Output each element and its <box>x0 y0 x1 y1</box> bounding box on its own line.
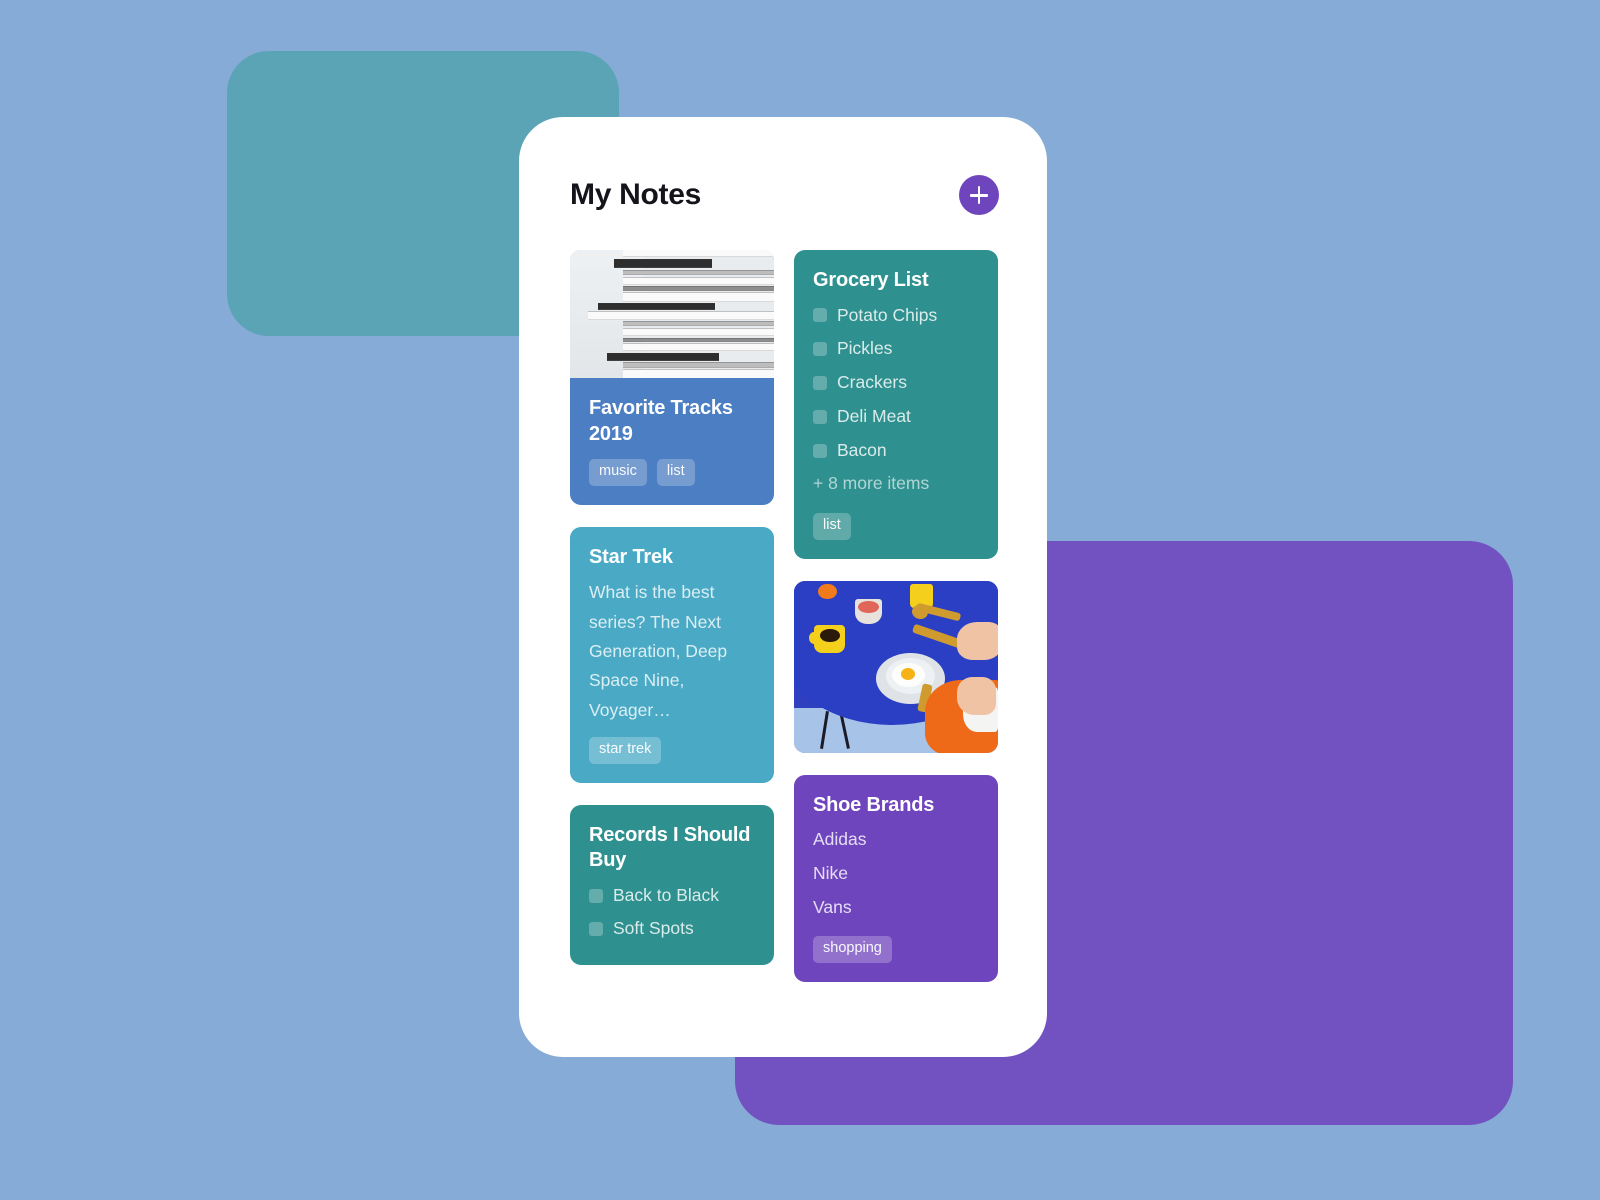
tag[interactable]: list <box>656 459 695 486</box>
note-card-records-to-buy[interactable]: Records I Should Buy Back to Black Soft … <box>570 804 774 966</box>
list-item[interactable]: Bacon <box>813 434 979 468</box>
checkbox-icon[interactable] <box>813 443 827 458</box>
list-item-label: Back to Black <box>613 884 720 905</box>
note-body: Records I Should Buy Back to Black Soft … <box>570 805 774 966</box>
checkbox-icon[interactable] <box>813 342 827 357</box>
note-card-shoe-brands[interactable]: Shoe Brands Adidas Nike Vans shopping <box>794 774 998 982</box>
note-tags: list <box>813 513 979 540</box>
list-item[interactable]: Deli Meat <box>813 400 979 434</box>
note-card-breakfast-photo[interactable] <box>794 580 998 753</box>
note-list: Adidas Nike Vans <box>813 823 979 924</box>
notes-board: Favorite Tracks 2019 music list Star Tre… <box>519 215 1047 982</box>
note-tags: shopping <box>813 936 979 963</box>
checkbox-icon[interactable] <box>589 888 603 903</box>
list-item[interactable]: Adidas <box>813 823 979 857</box>
list-item-label: Crackers <box>837 372 908 393</box>
list-item-label: Adidas <box>813 829 867 850</box>
list-item-label: Deli Meat <box>837 405 911 426</box>
list-item[interactable]: Back to Black <box>589 879 755 913</box>
more-items-label: + 8 more items <box>813 473 930 494</box>
breakfast-photo <box>794 580 998 753</box>
vinyl-records-photo <box>570 250 774 378</box>
note-title: Records I Should Buy <box>589 823 751 872</box>
tag[interactable]: shopping <box>813 936 892 963</box>
note-title: Star Trek <box>589 545 673 568</box>
note-card-favorite-tracks[interactable]: Favorite Tracks 2019 music list <box>570 250 774 505</box>
list-item[interactable]: Vans <box>813 891 979 925</box>
checkbox-icon[interactable] <box>813 409 827 424</box>
note-body: Favorite Tracks 2019 music list <box>570 378 774 505</box>
checkbox-icon[interactable] <box>813 308 827 323</box>
checkbox-icon[interactable] <box>589 922 603 937</box>
list-item-label: Nike <box>813 862 849 883</box>
list-item[interactable]: Potato Chips <box>813 299 979 333</box>
list-item[interactable]: Pickles <box>813 332 979 366</box>
note-card-grocery-list[interactable]: Grocery List Potato Chips Pickles Cracke… <box>794 250 998 559</box>
note-title: Shoe Brands <box>813 793 935 816</box>
note-card-star-trek[interactable]: Star Trek What is the best series? The N… <box>570 526 774 783</box>
note-tags: music list <box>589 459 755 486</box>
note-tags: star trek <box>589 737 755 764</box>
app-header: My Notes <box>519 117 1047 215</box>
list-item[interactable]: Crackers <box>813 366 979 400</box>
checkbox-icon[interactable] <box>813 376 827 390</box>
list-item-label: Vans <box>813 896 852 917</box>
plus-icon <box>970 186 988 204</box>
note-body: Star Trek What is the best series? The N… <box>570 527 774 783</box>
tag[interactable]: music <box>589 459 647 486</box>
page-title: My Notes <box>570 178 701 211</box>
list-item-label: Soft Spots <box>613 918 694 939</box>
list-item-label: Potato Chips <box>837 304 938 325</box>
note-title: Favorite Tracks 2019 <box>589 397 733 445</box>
list-item[interactable]: Nike <box>813 857 979 891</box>
tag[interactable]: list <box>813 513 851 540</box>
note-body: Grocery List Potato Chips Pickles Cracke… <box>794 250 998 559</box>
list-item-label: Bacon <box>837 439 887 460</box>
add-note-button[interactable] <box>959 175 999 215</box>
app-surface: My Notes Favorite Tracks 2019 music list… <box>519 117 1047 1057</box>
tag[interactable]: star trek <box>589 737 662 764</box>
note-title: Grocery List <box>813 269 929 291</box>
note-text: What is the best series? The Next Genera… <box>589 582 728 720</box>
notes-column-left: Favorite Tracks 2019 music list Star Tre… <box>570 250 774 982</box>
note-body: Shoe Brands Adidas Nike Vans shopping <box>794 775 998 982</box>
note-checklist: Back to Black Soft Spots <box>589 879 755 947</box>
list-item[interactable]: Soft Spots <box>589 912 755 946</box>
notes-column-right: Grocery List Potato Chips Pickles Cracke… <box>794 250 998 982</box>
note-checklist: Potato Chips Pickles Crackers Deli Meat … <box>813 299 979 502</box>
list-item-label: Pickles <box>837 338 893 359</box>
